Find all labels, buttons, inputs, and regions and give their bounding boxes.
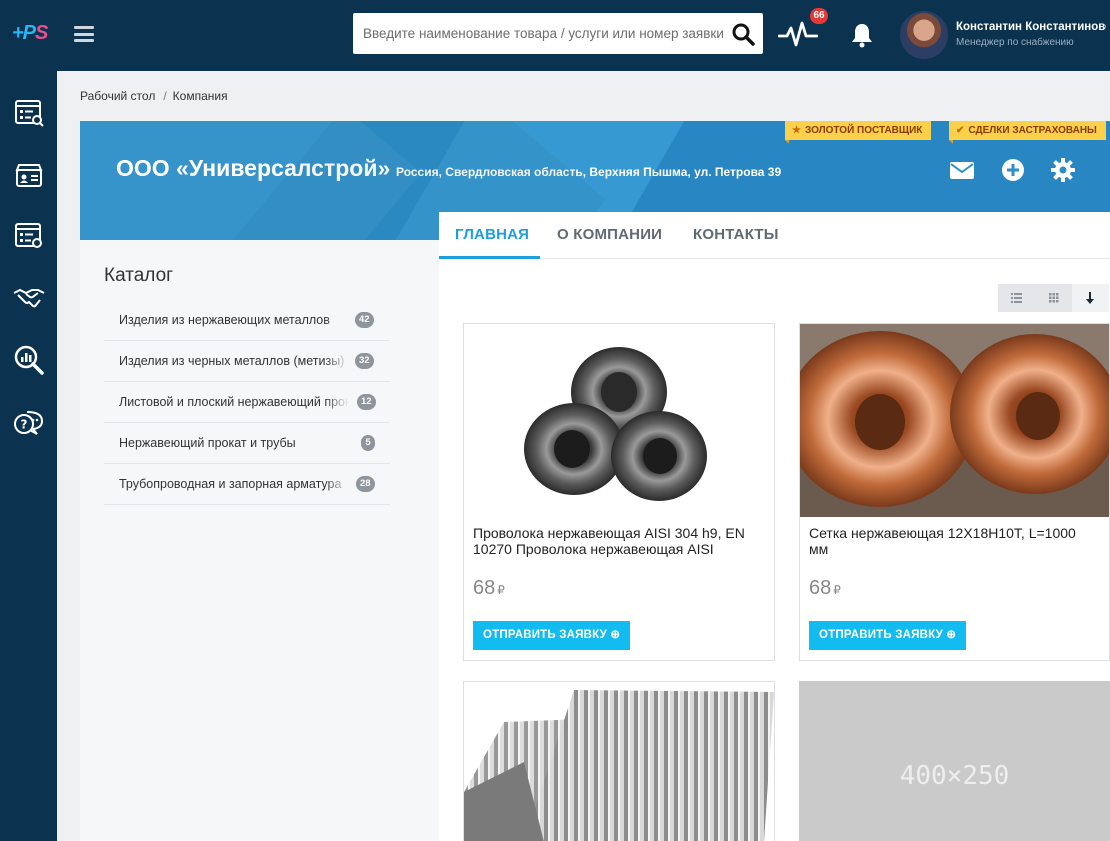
send-request-button[interactable]: ОТПРАВИТЬ ЗАЯВКУ ⊕ [809,621,967,650]
product-card[interactable]: 400×250 [799,681,1110,841]
breadcrumb-separator: / [163,89,167,103]
catalog-list: Изделия из нержавеющих металлов 42 Издели… [104,300,390,505]
catalog-title: Каталог [104,265,174,286]
search-input[interactable] [353,13,723,54]
supplier-card-icon[interactable] [13,159,45,191]
sidebar: ? [0,71,57,841]
plus-circle-icon: ⊕ [946,629,957,641]
catalog-item-label: Листовой и плоский нержавеющий прокат [119,395,349,409]
company-tabs: ГЛАВНАЯ О КОМПАНИИ КОНТАКТЫ [439,212,1110,259]
search-box [353,13,763,54]
user-role: Менеджер по снабжению [956,37,1074,48]
menu-toggle-icon[interactable] [74,26,94,42]
product-price: 68 ₽ [809,577,841,599]
product-image-corrugated-sheets[interactable] [464,682,774,841]
catalog-item-label: Нержавеющий прокат и трубы [119,436,349,450]
product-card[interactable]: Сетка нержавеющая 12Х18Н10Т, L=1000 мм 6… [799,323,1110,661]
tab-contacts[interactable]: КОНТАКТЫ [693,226,779,243]
catalog-item-label: Изделия из черных металлов (метизы) [119,354,349,368]
catalog-item[interactable]: Нержавеющий прокат и трубы 5 [104,423,390,464]
arrow-down-icon [1086,292,1094,304]
catalog-item-label: Трубопроводная и запорная арматура [119,477,349,491]
top-bar: +PS 66 Константин Константиновский Менед… [0,0,1110,71]
catalog-item-count: 12 [357,394,376,410]
avatar[interactable] [900,11,948,59]
catalog-item-count: 42 [355,312,374,328]
catalog-item-count: 5 [361,435,375,451]
breadcrumb-current: Компания [172,89,228,103]
app-logo[interactable]: +PS [12,22,48,45]
breadcrumb-home[interactable]: Рабочий стол [80,89,155,103]
company-address: Россия, Свердловская область, Верхняя Пы… [396,165,782,179]
product-image-placeholder[interactable]: 400×250 [799,681,1110,841]
tab-main[interactable]: ГЛАВНАЯ [455,226,529,243]
catalog-item[interactable]: Листовой и плоский нержавеющий прокат 12 [104,382,390,423]
catalog-item-label: Изделия из нержавеющих металлов [119,313,349,327]
company-card: ООО «Универсалстрой» Россия, Свердловска… [80,121,1110,841]
product-card[interactable] [463,681,775,841]
product-image-wire-coils[interactable] [464,324,774,517]
user-name[interactable]: Константин Константиновский [956,21,1106,33]
list-view-button[interactable] [998,284,1035,312]
send-request-button[interactable]: ОТПРАВИТЬ ЗАЯВКУ ⊕ [473,621,631,650]
product-image-copper-mesh[interactable] [800,324,1109,517]
grid-view-button[interactable] [1035,284,1072,312]
notifications-count-badge: 66 [810,8,828,24]
analytics-search-icon[interactable] [13,344,45,376]
product-card[interactable]: Проволока нержавеющая AISI 304 h9, EN 10… [463,323,775,661]
grid-view-icon [1049,293,1059,303]
view-toggle-group [998,284,1110,312]
catalog-item[interactable]: Изделия из нержавеющих металлов 42 [104,300,390,341]
support-chat-icon[interactable]: ? [13,407,45,439]
mail-icon[interactable] [949,157,975,183]
search-icon[interactable] [731,22,755,46]
gold-supplier-badge: ★ ЗОЛОТОЙ ПОСТАВЩИК [785,121,932,144]
plus-circle-icon: ⊕ [610,629,621,641]
checkmark-icon: ✔ [956,125,965,136]
gear-icon[interactable] [1050,157,1076,183]
catalog-item[interactable]: Изделия из черных металлов (метизы) 32 [104,341,390,382]
list-view-icon [1011,293,1022,303]
deals-handshake-icon[interactable] [13,281,45,313]
activity-pulse-icon[interactable] [778,20,818,50]
tab-about[interactable]: О КОМПАНИИ [557,226,662,243]
active-tab-indicator [439,256,540,259]
star-icon: ★ [792,125,801,136]
svg-text:?: ? [21,418,28,432]
catalog-item-count: 28 [356,476,375,492]
catalog-item[interactable]: Трубопроводная и запорная арматура 28 [104,464,390,505]
company-name: ООО «Универсалстрой» [116,155,391,181]
catalog-item-count: 32 [355,353,374,369]
product-price: 68 ₽ [473,577,505,599]
add-circle-icon[interactable] [1000,157,1026,183]
sort-download-button[interactable] [1072,284,1109,312]
product-title[interactable]: Проволока нержавеющая AISI 304 h9, EN 10… [473,525,755,559]
bell-icon[interactable] [850,22,874,48]
breadcrumb: Рабочий стол / Компания [80,89,228,103]
product-title[interactable]: Сетка нержавеющая 12Х18Н10Т, L=1000 мм [809,525,1091,559]
insured-deals-badge: ✔ СДЕЛКИ ЗАСТРАХОВАНЫ [949,121,1106,144]
orders-list-icon[interactable] [13,220,45,252]
requests-list-icon[interactable] [13,97,45,129]
